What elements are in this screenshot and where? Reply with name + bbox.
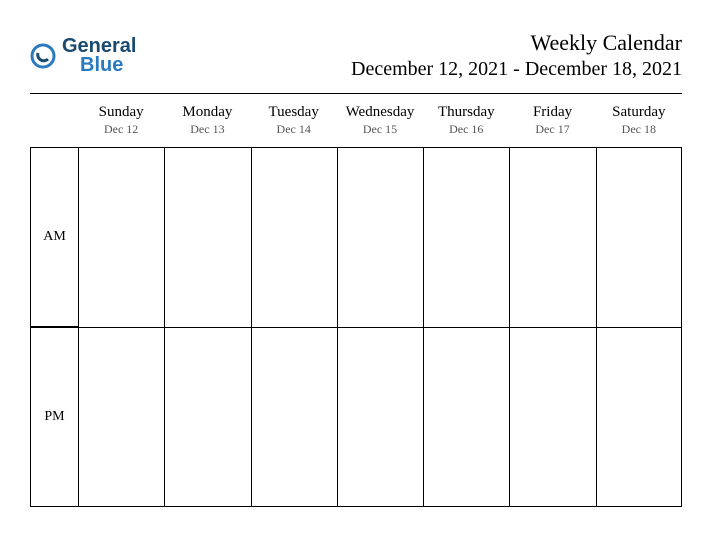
slot-am-sun[interactable] [78,147,164,327]
header: General Blue Weekly Calendar December 12… [30,30,682,81]
slot-am-thu[interactable] [423,147,509,327]
logo-word-general: General [62,37,136,56]
slot-pm-mon[interactable] [164,327,250,507]
date-range: December 12, 2021 - December 18, 2021 [351,58,682,81]
day-header-tue: Tuesday Dec 14 [251,100,337,147]
day-header-fri: Friday Dec 17 [509,100,595,147]
slot-am-tue[interactable] [251,147,337,327]
day-name: Thursday [423,104,509,121]
day-name: Saturday [596,104,682,121]
slot-am-fri[interactable] [509,147,595,327]
slot-am-mon[interactable] [164,147,250,327]
calendar-grid: Sunday Dec 12 Monday Dec 13 Tuesday Dec … [30,100,682,507]
day-date: Dec 17 [509,122,595,137]
divider [30,93,682,94]
logo-word-blue: Blue [62,56,136,75]
slot-pm-fri[interactable] [509,327,595,507]
day-date: Dec 18 [596,122,682,137]
day-name: Sunday [78,104,164,121]
day-date: Dec 12 [78,122,164,137]
day-header-wed: Wednesday Dec 15 [337,100,423,147]
slot-pm-sun[interactable] [78,327,164,507]
day-header-thu: Thursday Dec 16 [423,100,509,147]
slot-am-sat[interactable] [596,147,682,327]
logo-text: General Blue [62,37,136,75]
day-date: Dec 14 [251,122,337,137]
slot-pm-tue[interactable] [251,327,337,507]
slot-pm-wed[interactable] [337,327,423,507]
day-name: Friday [509,104,595,121]
slot-pm-thu[interactable] [423,327,509,507]
page-title: Weekly Calendar [351,30,682,56]
day-date: Dec 16 [423,122,509,137]
day-date: Dec 13 [164,122,250,137]
logo: General Blue [30,37,136,75]
time-label-pm: PM [30,327,78,507]
day-header-mon: Monday Dec 13 [164,100,250,147]
day-name: Wednesday [337,104,423,121]
slot-pm-sat[interactable] [596,327,682,507]
day-name: Tuesday [251,104,337,121]
slot-am-wed[interactable] [337,147,423,327]
day-header-sat: Saturday Dec 18 [596,100,682,147]
day-header-sun: Sunday Dec 12 [78,100,164,147]
time-label-am: AM [30,147,78,327]
day-date: Dec 15 [337,122,423,137]
title-block: Weekly Calendar December 12, 2021 - Dece… [351,30,682,81]
logo-icon [30,43,56,69]
corner-spacer [30,100,78,147]
day-name: Monday [164,104,250,121]
